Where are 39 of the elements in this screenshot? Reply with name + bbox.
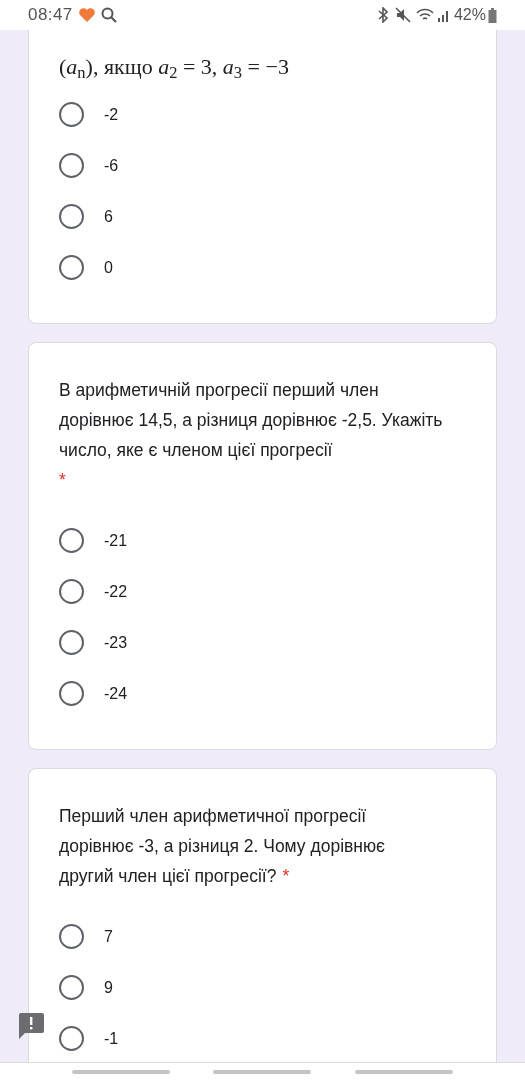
radio-button[interactable] bbox=[59, 153, 84, 178]
heart-icon bbox=[78, 8, 95, 22]
signal-icon bbox=[436, 8, 451, 22]
feedback-icon[interactable] bbox=[18, 1013, 44, 1039]
question-text: Перший член арифметичної прогресії дорівнює -3, а різниця 2. Чому дорівнює другий член цієї прогресії? * bbox=[59, 805, 387, 888]
nav-handle[interactable] bbox=[355, 1069, 454, 1074]
option-label: -23 bbox=[104, 632, 128, 653]
radio-button[interactable] bbox=[59, 528, 84, 553]
wifi-icon bbox=[415, 7, 434, 23]
clock: 08:47 bbox=[28, 4, 73, 27]
option-label: -2 bbox=[104, 104, 119, 125]
radio-button[interactable] bbox=[59, 681, 84, 706]
required-asterisk: * bbox=[59, 469, 66, 492]
nav-handle[interactable] bbox=[71, 1069, 170, 1074]
radio-button[interactable] bbox=[59, 924, 84, 949]
battery-percent: 42% bbox=[453, 5, 486, 25]
option-label: -24 bbox=[104, 683, 128, 704]
option-label: -22 bbox=[104, 581, 128, 602]
option-label: -6 bbox=[104, 155, 119, 176]
radio-button[interactable] bbox=[59, 975, 84, 1000]
option-label: 0 bbox=[104, 257, 113, 278]
radio-button[interactable] bbox=[59, 255, 84, 280]
radio-button[interactable] bbox=[59, 1026, 84, 1051]
muted-icon bbox=[394, 7, 411, 23]
option-label: 6 bbox=[104, 206, 113, 227]
radio-button[interactable] bbox=[59, 579, 84, 604]
radio-button[interactable] bbox=[59, 204, 84, 229]
radio-button[interactable] bbox=[59, 630, 84, 655]
option-label: -1 bbox=[104, 1028, 119, 1049]
option-label: 7 bbox=[104, 926, 113, 947]
option-label: -21 bbox=[104, 530, 128, 551]
question-formula: (a$_{n}$), якщо a$_{2}$ = 3, a$_{3}$ = −3 bbox=[59, 53, 290, 85]
bluetooth-icon bbox=[376, 7, 389, 23]
question-text: В арифметичній прогресії перший член дорівнює 14,5, а різниця дорівнює -2,5. Укажіть число, яке є членом цієї прогресії bbox=[59, 380, 443, 460]
radio-button[interactable] bbox=[59, 102, 84, 127]
option-label: 9 bbox=[104, 977, 113, 998]
search-icon bbox=[100, 7, 117, 23]
battery-icon bbox=[488, 7, 497, 23]
nav-handle[interactable] bbox=[213, 1069, 312, 1074]
